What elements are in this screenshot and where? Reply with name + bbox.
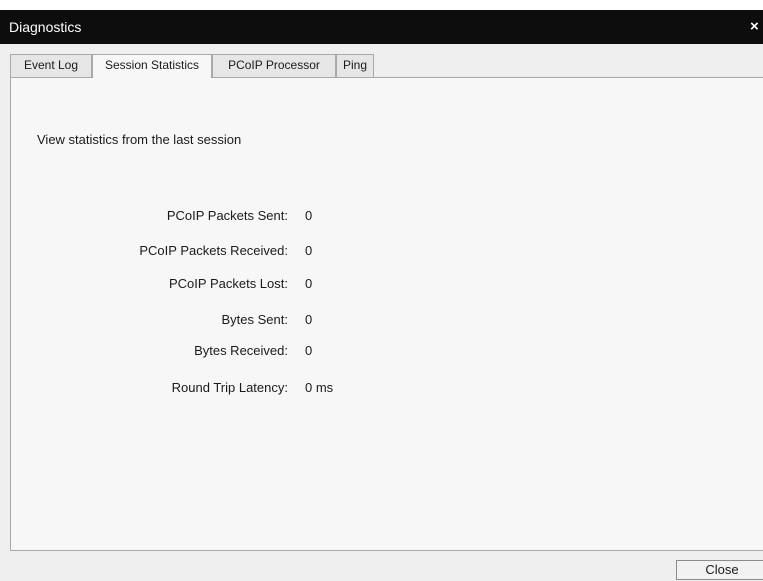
- panel-description: View statistics from the last session: [37, 132, 242, 147]
- tab-event-log[interactable]: Event Log: [10, 54, 92, 77]
- tab-session-statistics[interactable]: Session Statistics: [92, 54, 212, 78]
- round-trip-latency-value: 0 ms: [305, 380, 334, 395]
- packets-sent-value: 0: [305, 208, 313, 223]
- round-trip-latency-label: Round Trip Latency:: [171, 380, 288, 395]
- packets-lost-label: PCoIP Packets Lost:: [169, 276, 288, 291]
- bytes-received-value: 0: [305, 343, 313, 358]
- close-button[interactable]: Close: [676, 560, 763, 580]
- packets-received-value: 0: [305, 243, 313, 258]
- packets-received-label: PCoIP Packets Received:: [139, 243, 288, 258]
- diagnostics-window: Diagnostics × Event Log Session Statisti…: [0, 10, 763, 581]
- tab-ping[interactable]: Ping: [336, 54, 374, 77]
- tab-bar: Event Log Session Statistics PCoIP Proce…: [10, 54, 763, 78]
- bytes-sent-label: Bytes Sent:: [221, 312, 288, 327]
- packets-lost-value: 0: [305, 276, 313, 291]
- close-icon[interactable]: ×: [750, 18, 763, 36]
- bytes-received-label: Bytes Received:: [194, 343, 288, 358]
- window-title: Diagnostics: [9, 19, 82, 35]
- session-statistics-panel: View statistics from the last session PC…: [10, 77, 763, 551]
- dialog-footer: Close: [0, 551, 763, 581]
- title-bar[interactable]: Diagnostics ×: [0, 10, 763, 44]
- packets-sent-label: PCoIP Packets Sent:: [166, 208, 288, 223]
- bytes-sent-value: 0: [305, 312, 313, 327]
- tab-pcoip-processor[interactable]: PCoIP Processor: [212, 54, 336, 77]
